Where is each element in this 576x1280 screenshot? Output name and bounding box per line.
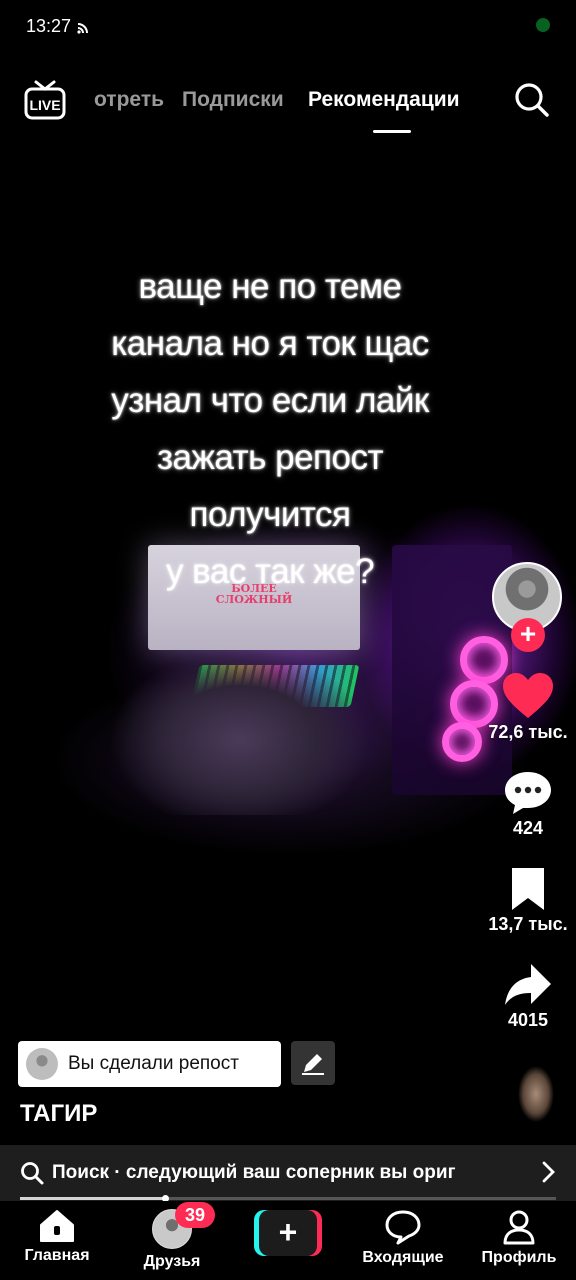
- live-label: LIVE: [29, 97, 60, 113]
- nav-profile-label: Профиль: [481, 1249, 557, 1266]
- comment-count: 424: [512, 818, 544, 838]
- nav-friends[interactable]: 39 Друзья: [117, 1202, 227, 1271]
- caption-line: ваще не по теме: [138, 267, 402, 306]
- caption-line: канала но я ток щас: [111, 324, 429, 363]
- caption-line: зажать репост: [157, 438, 384, 477]
- video-progress-fill: [20, 1197, 165, 1200]
- author-name[interactable]: ТАГИР: [20, 1100, 97, 1128]
- search-suggestion-text: Поиск · следующий ваш соперник вы ориг: [52, 1162, 456, 1183]
- repost-avatar: [26, 1048, 58, 1080]
- share-button[interactable]: 4015: [480, 962, 576, 1031]
- video-caption: ваще не по теме канала но я ток щас узна…: [60, 258, 480, 600]
- share-count: 4015: [507, 1010, 549, 1030]
- plus-icon: +: [259, 1210, 317, 1256]
- status-time: 13:27: [26, 16, 72, 36]
- friends-avatar: 39: [152, 1202, 215, 1249]
- nav-inbox[interactable]: Входящие: [348, 1209, 458, 1267]
- like-count: 72,6 тыс.: [488, 722, 568, 742]
- status-bar: 13:27: [26, 16, 91, 37]
- nav-friends-label: Друзья: [143, 1253, 201, 1270]
- repost-chip[interactable]: Вы сделали репост: [18, 1041, 281, 1087]
- tab-partial[interactable]: отреть: [94, 88, 164, 112]
- heart-icon: [503, 673, 553, 718]
- profile-person-icon: [503, 1210, 535, 1245]
- tab-subscriptions[interactable]: Подписки: [182, 88, 284, 112]
- creator-avatar-button[interactable]: +: [492, 562, 564, 652]
- create-button[interactable]: +: [254, 1210, 322, 1256]
- live-button[interactable]: LIVE: [24, 80, 66, 120]
- sound-disc-button[interactable]: [506, 1058, 562, 1128]
- chevron-right-icon: [542, 1161, 555, 1183]
- share-arrow-icon: [505, 964, 551, 1005]
- search-icon: [21, 1162, 44, 1185]
- inbox-message-icon: [385, 1210, 421, 1245]
- nav-inbox-label: Входящие: [362, 1249, 444, 1266]
- comment-button[interactable]: 424: [480, 770, 576, 839]
- home-icon: [40, 1210, 74, 1242]
- cast-icon: [77, 22, 89, 34]
- tab-recommendations[interactable]: Рекомендации: [308, 88, 460, 112]
- caption-line: получится: [189, 495, 351, 534]
- follow-plus-button[interactable]: +: [511, 618, 545, 652]
- status-indicator-icon: [536, 18, 550, 32]
- search-button[interactable]: [514, 82, 550, 118]
- search-icon: [515, 83, 549, 117]
- pencil-icon: [302, 1054, 324, 1075]
- bookmark-count: 13,7 тыс.: [488, 914, 568, 934]
- edit-repost-button[interactable]: [291, 1041, 335, 1085]
- comment-icon: [505, 772, 551, 814]
- caption-line: узнал что если лайк: [111, 381, 429, 420]
- nav-home-label: Главная: [24, 1247, 90, 1264]
- caption-line: у вас так же?: [165, 552, 375, 591]
- friends-badge: 39: [175, 1202, 215, 1228]
- video-progress-bar[interactable]: [20, 1195, 556, 1202]
- rgb-fan: [442, 722, 482, 762]
- bookmark-icon: [512, 868, 544, 910]
- nav-profile[interactable]: Профиль: [464, 1209, 574, 1267]
- active-tab-indicator: [373, 130, 411, 133]
- search-suggestion-bar[interactable]: Поиск · следующий ваш соперник вы ориг: [0, 1145, 576, 1201]
- bottom-nav: Главная 39 Друзья + Входящие Профиль: [0, 1201, 576, 1280]
- like-button[interactable]: 72,6 тыс.: [480, 672, 576, 743]
- nav-home[interactable]: Главная: [2, 1209, 112, 1265]
- live-tv-icon: LIVE: [24, 80, 66, 120]
- top-nav: LIVE отреть Подписки Рекомендации: [0, 80, 576, 140]
- bookmark-button[interactable]: 13,7 тыс.: [480, 866, 576, 935]
- repost-label: Вы сделали репост: [68, 1053, 239, 1074]
